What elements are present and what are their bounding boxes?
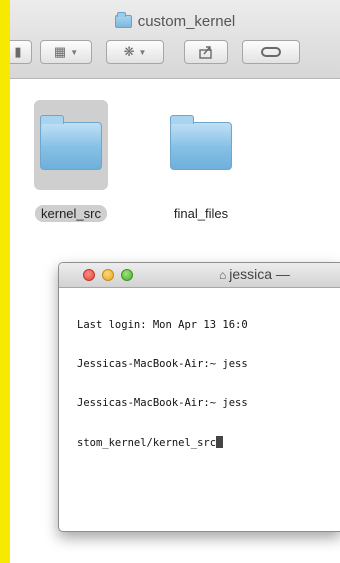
- back-forward-button[interactable]: ▮: [10, 40, 32, 64]
- folder-icon: [114, 11, 132, 28]
- folder-item-final-files[interactable]: final_files: [154, 100, 248, 230]
- terminal-title-bar: ⌂ jessica —: [59, 263, 340, 288]
- terminal-line: stom_kernel/kernel_src: [77, 437, 217, 449]
- icon-area: [164, 100, 238, 190]
- finder-toolbar: custom_kernel ▮ ▦ ▼ ❋ ▼: [10, 0, 340, 79]
- folder-label: final_files: [154, 206, 248, 221]
- back-forward-icon: ▮: [14, 44, 22, 59]
- window-title: custom_kernel: [137, 12, 236, 30]
- terminal-line: Jessicas-MacBook-Air:~ jess: [77, 358, 248, 370]
- minimize-button[interactable]: [102, 269, 114, 281]
- chevron-down-icon: ▼: [138, 47, 147, 57]
- chevron-down-icon: ▼: [70, 47, 79, 57]
- tag-icon: [261, 47, 281, 57]
- view-options-button[interactable]: ▦ ▼: [40, 40, 92, 64]
- selection-highlight: [34, 100, 108, 190]
- tag-button[interactable]: [242, 40, 300, 64]
- text-cursor: [216, 436, 224, 448]
- share-button[interactable]: [184, 40, 228, 64]
- folder-icon: [40, 115, 102, 170]
- folder-name: kernel_src: [35, 205, 107, 222]
- action-button[interactable]: ❋ ▼: [106, 40, 164, 64]
- terminal-prompt-line: stom_kernel/kernel_src: [77, 436, 340, 450]
- terminal-line: Last login: Mon Apr 13 16:0: [77, 319, 248, 331]
- folder-name: final_files: [173, 206, 229, 221]
- list-view-icon: ▦: [53, 44, 67, 59]
- folder-label: kernel_src: [24, 205, 118, 222]
- zoom-button[interactable]: [121, 269, 133, 281]
- terminal-window[interactable]: ⌂ jessica — Last login: Mon Apr 13 16:0 J…: [58, 262, 340, 532]
- home-icon: ⌂: [219, 268, 227, 282]
- window-title-bar: custom_kernel: [10, 10, 340, 32]
- close-button[interactable]: [83, 269, 95, 281]
- folder-icon: [170, 115, 232, 170]
- share-icon: [199, 46, 212, 59]
- terminal-line: Jessicas-MacBook-Air:~ jess: [77, 397, 248, 409]
- terminal-title: ⌂ jessica —: [219, 266, 290, 282]
- gear-icon: ❋: [123, 44, 135, 59]
- terminal-output[interactable]: Last login: Mon Apr 13 16:0 Jessicas-Mac…: [77, 293, 340, 476]
- folder-item-kernel-src[interactable]: kernel_src: [24, 100, 118, 230]
- terminal-title-text: jessica —: [229, 266, 290, 282]
